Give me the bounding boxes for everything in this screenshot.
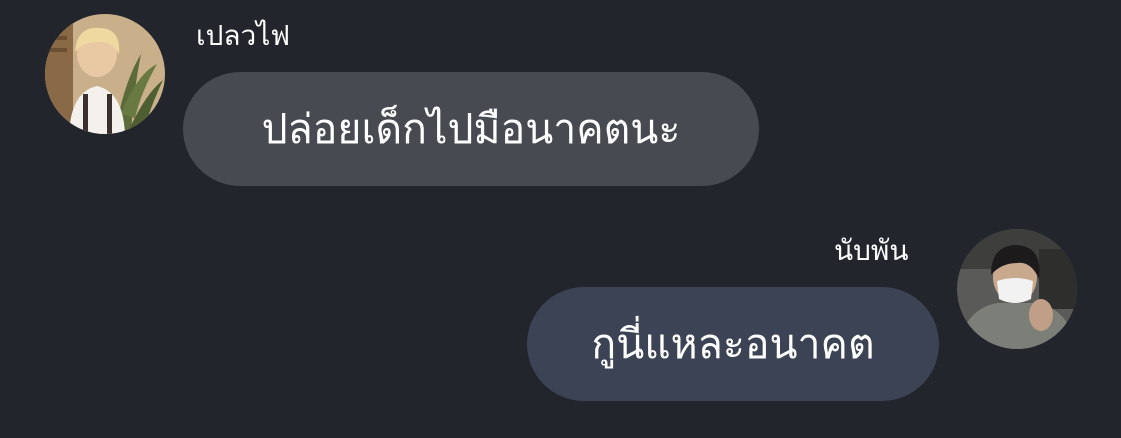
message-bubble[interactable]: ปล่อยเด็กไปมือนาคตนะ [183, 72, 759, 186]
avatar-photo-icon [957, 229, 1077, 349]
avatar-sender-2[interactable] [957, 229, 1077, 349]
chat-screen: { "messages": [ { "sender": "เปลวไฟ", "t… [0, 0, 1121, 438]
avatar-photo-icon [45, 14, 165, 134]
message-text: ปล่อยเด็กไปมือนาคตนะ [261, 105, 681, 153]
avatar-sender-1[interactable] [45, 14, 165, 134]
sender-name: นับพัน [834, 234, 909, 267]
message-text: กูนี่แหละอนาคต [591, 320, 875, 368]
message-bubble[interactable]: กูนี่แหละอนาคต [527, 287, 939, 401]
sender-name: เปลวไฟ [196, 19, 291, 52]
